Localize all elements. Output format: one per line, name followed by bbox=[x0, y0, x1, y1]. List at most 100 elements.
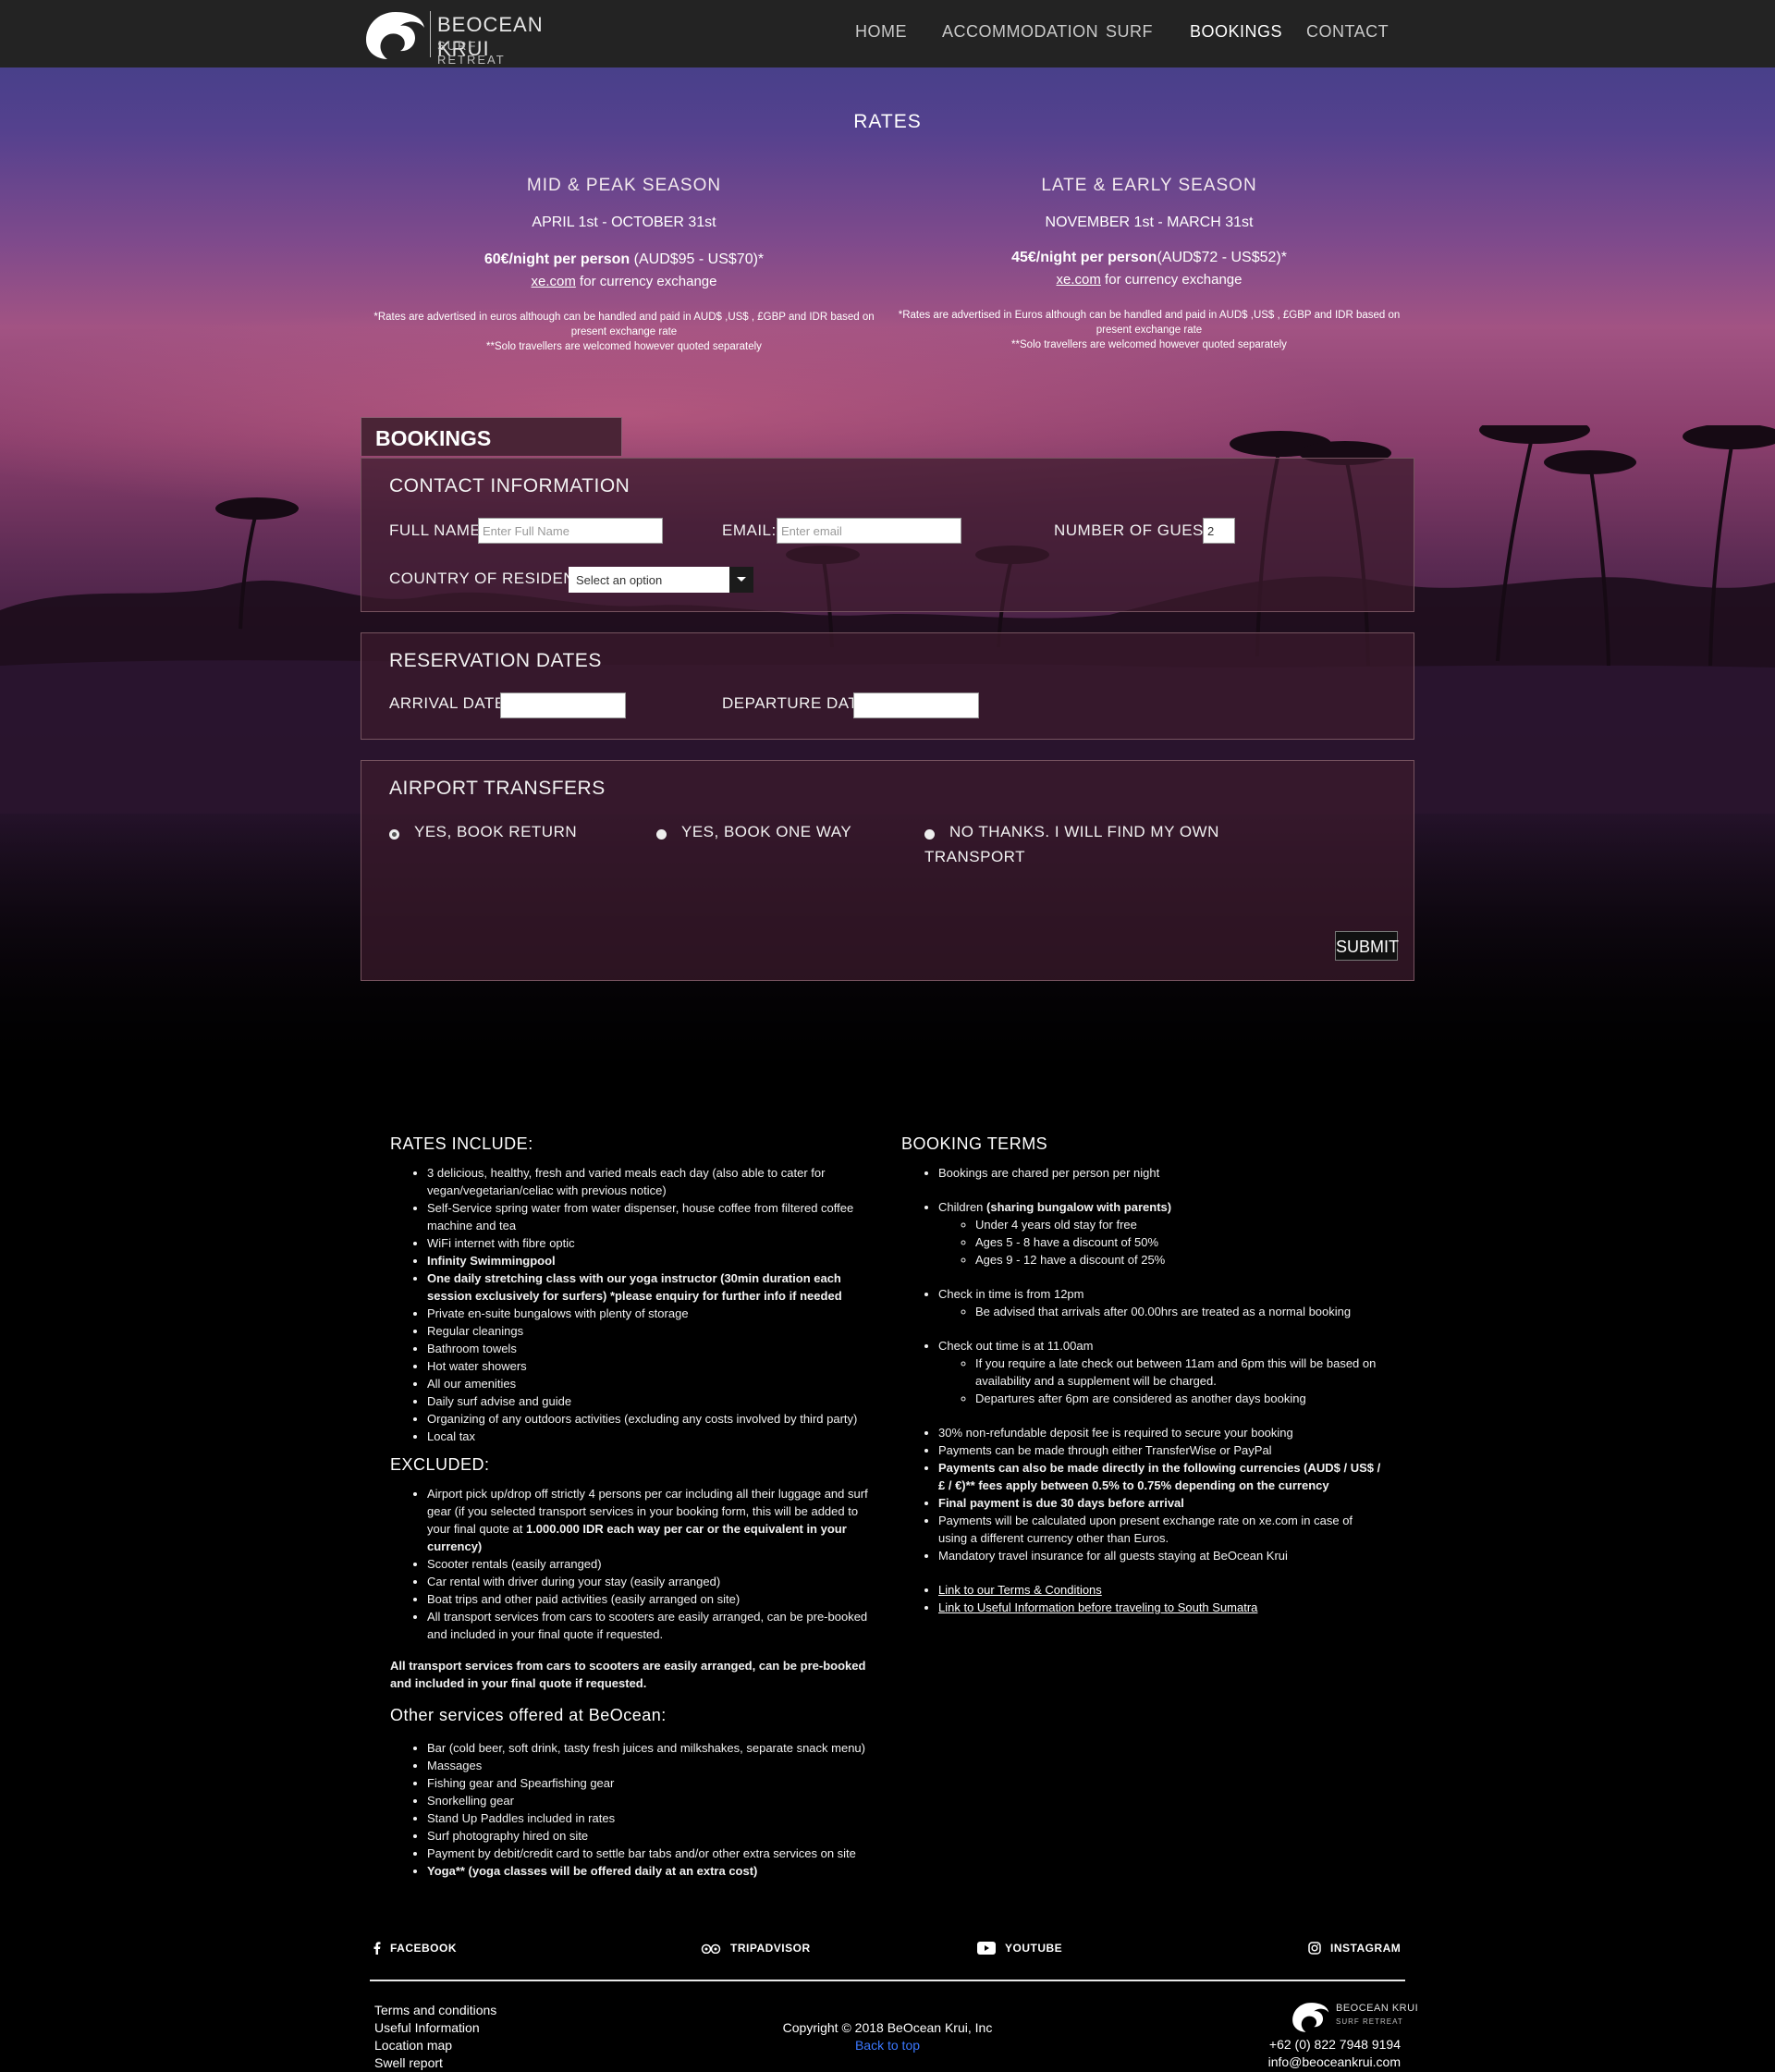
tripadvisor-link[interactable]: TRIPADVISOR bbox=[701, 1942, 811, 1955]
contact-title: CONTACT INFORMATION bbox=[389, 475, 630, 497]
list-item: Local tax bbox=[427, 1428, 880, 1445]
copyright-text: Copyright © 2018 BeOcean Krui, Inc bbox=[782, 2020, 993, 2035]
nav-bookings[interactable]: BOOKINGS bbox=[1190, 22, 1282, 42]
xe-rest: for currency exchange bbox=[575, 274, 717, 289]
option-book-return[interactable]: YES, BOOK RETURN bbox=[414, 823, 577, 841]
season-dates: NOVEMBER 1st - MARCH 31st bbox=[1045, 215, 1254, 230]
list-item: Payment by debit/credit card to settle b… bbox=[427, 1845, 880, 1862]
submit-button[interactable]: SUBMIT bbox=[1335, 931, 1399, 961]
country-select[interactable]: Select an option bbox=[569, 567, 753, 593]
booking-terms-list: Bookings are chared per person per night bbox=[901, 1164, 1382, 1182]
late-season-block: LATE & EARLY SEASON NOVEMBER 1st - MARCH… bbox=[890, 176, 1408, 352]
nav-home[interactable]: HOME bbox=[855, 22, 907, 42]
footer-brand: BEOCEAN KRUI bbox=[1336, 2003, 1419, 2014]
radio-book-return[interactable] bbox=[389, 829, 399, 840]
checkin-sublist: Be advised that arrivals after 00.00hrs … bbox=[938, 1303, 1382, 1320]
list-item: 30% non-refundable deposit fee is requir… bbox=[938, 1424, 1382, 1441]
back-to-top-link[interactable]: Back to top bbox=[0, 2038, 1775, 2053]
departure-date-input[interactable] bbox=[853, 693, 979, 718]
list-item: Check in time is from 12pm Be advised th… bbox=[938, 1285, 1382, 1320]
rates-fineprint: *Rates are advertised in Euros although … bbox=[890, 308, 1408, 352]
xe-rest: for currency exchange bbox=[1100, 272, 1242, 288]
list-item: Bookings are chared per person per night bbox=[938, 1164, 1382, 1182]
checkout-sublist: If you require a late check out between … bbox=[938, 1355, 1382, 1407]
nav-contact[interactable]: CONTACT bbox=[1306, 22, 1389, 42]
footer-swell-report-link[interactable]: Swell report bbox=[374, 2055, 443, 2070]
other-services-title: Other services offered at BeOcean: bbox=[390, 1706, 667, 1724]
select-caret-box bbox=[729, 567, 753, 593]
fineprint-2: **Solo travellers are welcomed however q… bbox=[486, 341, 762, 352]
list-item: Children (sharing bungalow with parents)… bbox=[938, 1198, 1382, 1269]
youtube-link[interactable]: YOUTUBE bbox=[977, 1942, 1062, 1955]
list-item: Private en-suite bungalows with plenty o… bbox=[427, 1305, 880, 1322]
list-item: Self-Service spring water from water dis… bbox=[427, 1199, 880, 1234]
wave-logo-icon bbox=[366, 12, 424, 59]
price-rest: (AUD$95 - US$70)* bbox=[630, 251, 765, 267]
top-navbar: BEOCEAN KRUI SURF RETREAT HOME ACCOMMODA… bbox=[0, 0, 1775, 67]
children-sublist: Under 4 years old stay for free Ages 5 -… bbox=[938, 1216, 1382, 1269]
bookings-tab: BOOKINGS bbox=[361, 417, 622, 456]
list-item: Massages bbox=[427, 1757, 880, 1774]
price-bold: 60€/night per person bbox=[484, 251, 630, 267]
list-item: All transport services from cars to scoo… bbox=[427, 1608, 880, 1643]
rates-include-title: RATES INCLUDE: bbox=[390, 1134, 533, 1153]
list-item: If you require a late check out between … bbox=[975, 1355, 1382, 1390]
full-name-input[interactable] bbox=[478, 518, 663, 544]
facebook-label: FACEBOOK bbox=[390, 1942, 458, 1955]
season-price: 60€/night per person (AUD$95 - US$70)* bbox=[365, 251, 883, 268]
transport-note: All transport services from cars to scoo… bbox=[390, 1659, 866, 1690]
list-item: WiFi internet with fibre optic bbox=[427, 1234, 880, 1252]
list-item: Daily surf advise and guide bbox=[427, 1392, 880, 1410]
option-no-transport-line2: TRANSPORT bbox=[924, 848, 1026, 865]
checkin-list: Check in time is from 12pm Be advised th… bbox=[901, 1285, 1382, 1320]
list-item: 3 delicious, healthy, fresh and varied m… bbox=[427, 1164, 880, 1199]
list-item: Ages 5 - 8 have a discount of 50% bbox=[975, 1233, 1382, 1251]
rates-include-list: 3 delicious, healthy, fresh and varied m… bbox=[390, 1164, 880, 1445]
list-item: Be advised that arrivals after 00.00hrs … bbox=[975, 1303, 1382, 1320]
nav-accommodation[interactable]: ACCOMMODATION bbox=[942, 22, 1098, 42]
list-item: One daily stretching class with our yoga… bbox=[427, 1269, 880, 1305]
site-logo[interactable]: BEOCEAN KRUI SURF RETREAT bbox=[363, 7, 543, 67]
fineprint-2: **Solo travellers are welcomed however q… bbox=[1011, 339, 1287, 350]
useful-info-link[interactable]: Link to Useful Information before travel… bbox=[938, 1600, 1257, 1614]
season-name: MID & PEAK SEASON bbox=[526, 176, 722, 195]
list-item: Link to our Terms & Conditions bbox=[938, 1581, 1382, 1599]
footer-divider bbox=[370, 1980, 1405, 1981]
option-book-one-way[interactable]: YES, BOOK ONE WAY bbox=[681, 823, 851, 841]
rates-fineprint: *Rates are advertised in euros although … bbox=[365, 310, 883, 354]
option-no-transport[interactable]: NO THANKS. I WILL FIND MY OWN bbox=[949, 823, 1219, 841]
xe-link[interactable]: xe.com bbox=[1057, 272, 1101, 288]
nav-surf[interactable]: SURF bbox=[1106, 22, 1153, 42]
terms-conditions-link[interactable]: Link to our Terms & Conditions bbox=[938, 1583, 1102, 1597]
list-item: Scooter rentals (easily arranged) bbox=[427, 1555, 880, 1573]
country-select-value: Select an option bbox=[576, 573, 663, 587]
payment-list: 30% non-refundable deposit fee is requir… bbox=[901, 1424, 1382, 1564]
facebook-link[interactable]: FACEBOOK bbox=[373, 1942, 457, 1955]
instagram-link[interactable]: INSTAGRAM bbox=[1308, 1942, 1401, 1955]
list-item: Under 4 years old stay for free bbox=[975, 1216, 1382, 1233]
list-item: Yoga** (yoga classes will be offered dai… bbox=[427, 1862, 880, 1880]
arrival-label: ARRIVAL DATE: bbox=[389, 694, 510, 712]
other-services-list: Bar (cold beer, soft drink, tasty fresh … bbox=[390, 1739, 880, 1880]
list-item: Payments can be made through either Tran… bbox=[938, 1441, 1382, 1459]
list-item: Boat trips and other paid activities (ea… bbox=[427, 1590, 880, 1608]
radio-book-one-way[interactable] bbox=[656, 829, 667, 840]
fineprint-1: *Rates are advertised in Euros although … bbox=[898, 310, 1401, 336]
guests-input[interactable] bbox=[1203, 518, 1235, 544]
email-input[interactable] bbox=[777, 518, 961, 544]
list-item: Bathroom towels bbox=[427, 1340, 880, 1357]
booking-terms-title: BOOKING TERMS bbox=[901, 1134, 1048, 1153]
footer-email[interactable]: info@beoceankrui.com bbox=[1268, 2054, 1401, 2069]
radio-no-transport[interactable] bbox=[924, 829, 935, 840]
arrival-date-input[interactable] bbox=[500, 693, 626, 718]
xe-link[interactable]: xe.com bbox=[532, 274, 576, 289]
facebook-icon bbox=[373, 1942, 381, 1955]
fineprint-1: *Rates are advertised in euros although … bbox=[373, 312, 875, 337]
terms-links: Link to our Terms & Conditions Link to U… bbox=[901, 1581, 1382, 1616]
list-item: Hot water showers bbox=[427, 1357, 880, 1375]
list-item: Payments can also be made directly in th… bbox=[938, 1459, 1382, 1494]
list-item: Regular cleanings bbox=[427, 1322, 880, 1340]
footer-terms-link[interactable]: Terms and conditions bbox=[374, 2003, 496, 2017]
full-name-label: FULL NAME: bbox=[389, 521, 486, 539]
list-item: Airport pick up/drop off strictly 4 pers… bbox=[427, 1485, 880, 1555]
